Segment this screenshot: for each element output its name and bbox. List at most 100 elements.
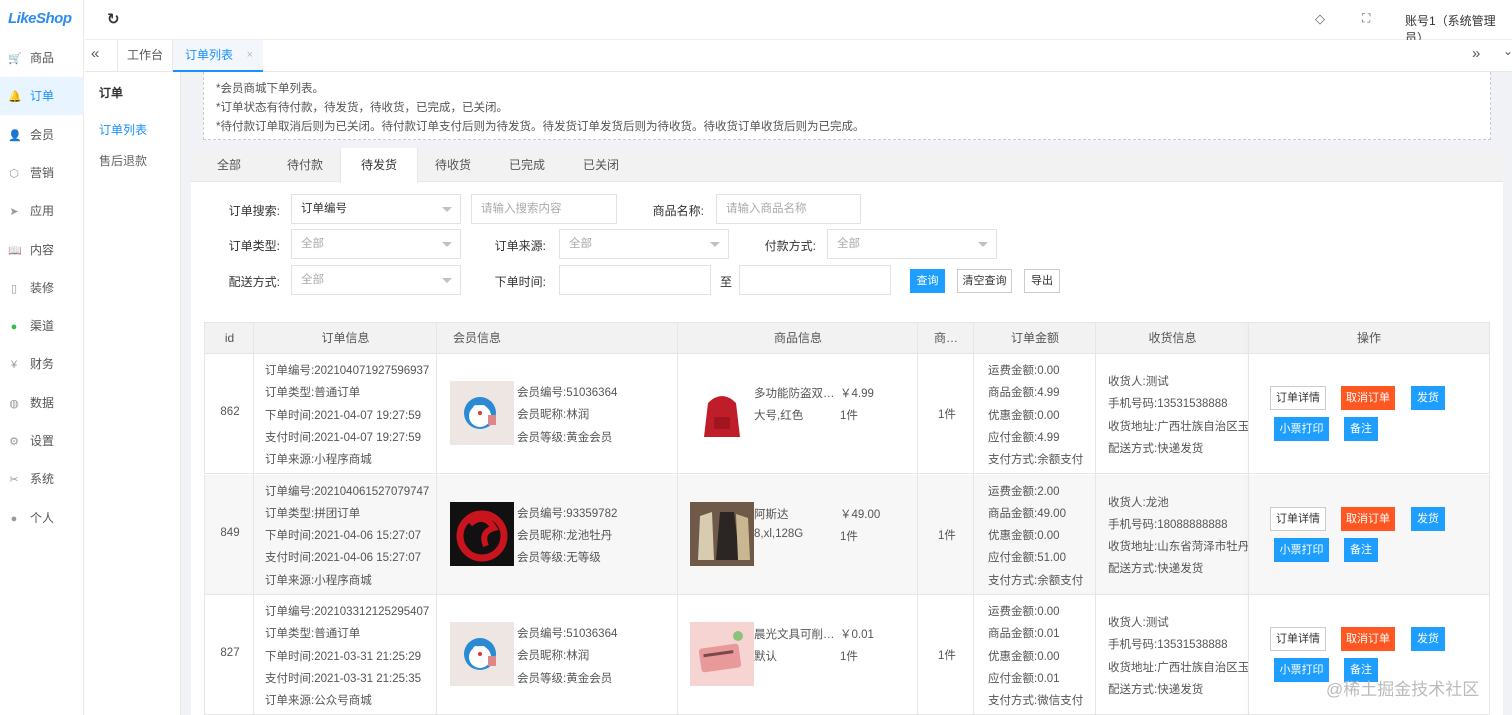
search-label: 订单搜索:: [228, 204, 280, 218]
nav-item[interactable]: ● 渠道: [0, 307, 84, 345]
tab-workbench[interactable]: 工作台: [117, 40, 173, 72]
refresh-icon[interactable]: ↻: [107, 10, 120, 28]
nav-item-label: 应用: [30, 204, 55, 219]
tab-order-list[interactable]: 订单列表 ×: [173, 40, 263, 72]
ship-button[interactable]: 发货: [1411, 627, 1445, 651]
gear-icon: ⚙: [9, 436, 19, 448]
amount-line: 支付方式:余额支付: [988, 454, 1084, 467]
col-actions: 操作: [1356, 331, 1381, 345]
clear-query-button[interactable]: 清空查询: [957, 269, 1012, 293]
sub-item-after-sale[interactable]: 售后退款: [99, 152, 147, 169]
sub-menu: 订单 订单列表 售后退款: [85, 72, 181, 715]
query-button[interactable]: 查询: [910, 269, 945, 293]
order-info-line: 订单类型:普通订单: [265, 387, 361, 400]
nav-item[interactable]: 🔔 订单: [0, 77, 84, 116]
nav-item[interactable]: ➤ 应用: [0, 192, 84, 230]
status-tab-unpaid[interactable]: 待付款: [267, 148, 343, 182]
order-detail-button[interactable]: 订单详情: [1270, 506, 1326, 531]
order-id: 849: [220, 526, 240, 539]
status-tab-to-ship[interactable]: 待发货: [340, 148, 419, 183]
status-tabs: 全部 待付款 待发货 待收货 已完成 已关闭: [191, 148, 1503, 183]
tools-icon: ✂: [9, 474, 19, 487]
order-info-line: 下单时间:2021-04-07 19:27:59: [265, 409, 421, 422]
nav-item[interactable]: 👤 会员: [0, 116, 84, 154]
delivery-label: 配送方式:: [228, 275, 280, 289]
member-info-line: 会员编号:51036364: [517, 387, 618, 399]
nav-item[interactable]: ⚙ 设置: [0, 422, 84, 460]
order-source-select[interactable]: 全部: [559, 229, 729, 259]
amount-line: 应付金额:0.01: [988, 672, 1060, 685]
status-tab-to-receive[interactable]: 待收货: [415, 148, 491, 182]
amount-line: 运费金额:0.00: [988, 606, 1060, 618]
pay-method-select[interactable]: 全部: [827, 229, 997, 259]
print-receipt-button[interactable]: 小票打印: [1274, 417, 1329, 441]
print-receipt-button[interactable]: 小票打印: [1274, 537, 1329, 562]
ship-button[interactable]: 发货: [1411, 506, 1445, 531]
goods-price: ￥49.00: [840, 508, 881, 521]
nav-item-label: 财务: [30, 357, 55, 372]
end-time-input[interactable]: [739, 265, 891, 295]
status-tab-all[interactable]: 全部: [197, 148, 261, 182]
status-tab-completed[interactable]: 已完成: [489, 148, 565, 182]
status-tab-closed[interactable]: 已关闭: [563, 148, 639, 182]
fullscreen-icon[interactable]: ⛶: [1362, 11, 1370, 26]
tabs-right-icon[interactable]: »: [1472, 45, 1480, 62]
start-time-input[interactable]: [559, 265, 711, 295]
nav-item[interactable]: 🛒 商品: [0, 39, 84, 77]
goods-name: 阿斯达: [754, 508, 789, 521]
chevron-down-icon: [442, 242, 452, 247]
search-input[interactable]: 请输入搜索内容: [471, 194, 617, 224]
nav-item[interactable]: ¥ 财务: [0, 345, 84, 383]
search-type-select[interactable]: 订单编号: [291, 194, 461, 224]
goods-spec: 8,xl,128G: [754, 527, 804, 540]
tip-line: *会员商城下单列表。: [216, 83, 324, 95]
order-type-select[interactable]: 全部: [291, 229, 461, 259]
member-avatar: [450, 381, 514, 445]
amount-line: 支付方式:微信支付: [988, 695, 1084, 708]
nav-item-label: 商品: [30, 51, 55, 65]
nav-item[interactable]: ✂ 系统: [0, 460, 84, 498]
col-amount: 订单金额: [1010, 331, 1059, 345]
phone-icon: ▯: [10, 282, 18, 295]
nav-item[interactable]: ● 个人: [0, 499, 84, 537]
col-id: id: [224, 331, 235, 345]
nav-item-label: 个人: [30, 510, 55, 525]
nav-item-label: 内容: [30, 242, 55, 257]
member-info-line: 会员编号:93359782: [517, 507, 618, 520]
sub-item-order-list[interactable]: 订单列表: [99, 121, 147, 138]
tabs-left-icon[interactable]: «: [91, 45, 99, 62]
receive-line: 收货地址:山东省菏泽市牡丹区: [1108, 541, 1248, 554]
order-detail-button[interactable]: 订单详情: [1270, 627, 1326, 651]
goods-price: ￥0.01: [840, 629, 874, 641]
nav-item[interactable]: ▯ 装修: [0, 269, 84, 307]
delivery-value: 全部: [301, 274, 324, 286]
chevron-down-icon: [710, 242, 720, 247]
nav-item-label: 数据: [30, 395, 55, 410]
order-detail-button[interactable]: 订单详情: [1270, 386, 1326, 410]
tag-icon[interactable]: ◇: [1315, 11, 1325, 27]
member-info-line: 会员昵称:龙池牡丹: [517, 529, 613, 542]
col-member-info: 会员信息: [452, 331, 501, 345]
member-info-line: 会员等级:黄金会员: [517, 672, 613, 685]
amount-line: 应付金额:51.00: [988, 552, 1066, 565]
cancel-order-button[interactable]: 取消订单: [1341, 627, 1395, 651]
remark-button[interactable]: 备注: [1344, 417, 1378, 441]
cancel-order-button[interactable]: 取消订单: [1341, 506, 1395, 531]
receive-line: 收货人:测试: [1108, 376, 1169, 388]
goods-image: [690, 501, 754, 566]
chevron-down-icon[interactable]: ⌄: [1503, 44, 1512, 58]
export-button[interactable]: 导出: [1024, 269, 1060, 293]
order-info-line: 下单时间:2021-03-31 21:25:29: [265, 650, 421, 663]
nav-item[interactable]: ◍ 数据: [0, 384, 84, 422]
goods-image: [690, 381, 754, 445]
nav-item[interactable]: ⬡ 营销: [0, 154, 84, 192]
print-receipt-button[interactable]: 小票打印: [1274, 658, 1329, 682]
remark-button[interactable]: 备注: [1344, 537, 1378, 562]
close-icon[interactable]: ×: [247, 40, 253, 70]
goods-name-input[interactable]: 请输入商品名称: [716, 194, 861, 224]
table-row: 862 订单编号:202104071927596937 订单类型:普通订单 下单时间:…: [204, 354, 1490, 474]
nav-item[interactable]: 📖 内容: [0, 231, 84, 269]
ship-button[interactable]: 发货: [1411, 386, 1445, 410]
cancel-order-button[interactable]: 取消订单: [1341, 386, 1395, 410]
delivery-select[interactable]: 全部: [291, 265, 461, 295]
